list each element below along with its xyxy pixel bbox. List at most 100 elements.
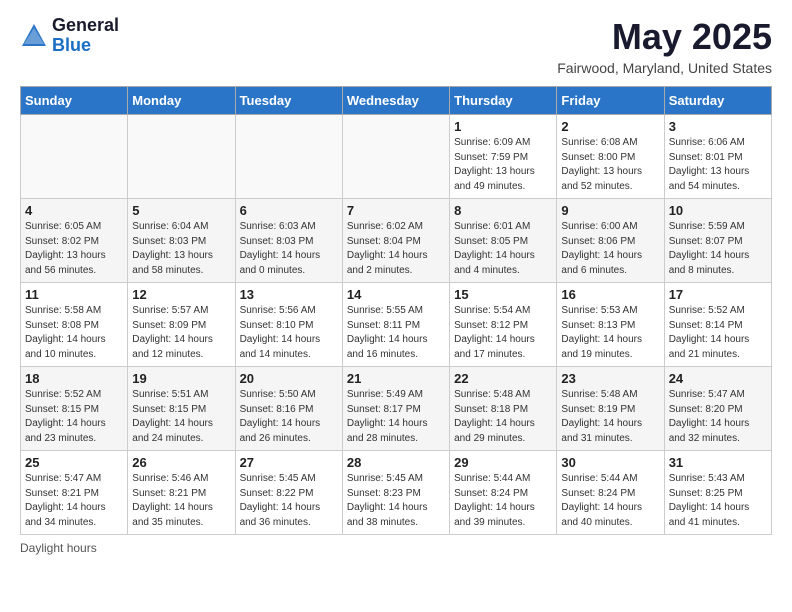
day-number: 31 bbox=[669, 455, 767, 470]
day-info: Sunrise: 6:08 AM Sunset: 8:00 PM Dayligh… bbox=[561, 136, 659, 194]
table-row: 23Sunrise: 5:48 AM Sunset: 8:19 PM Dayli… bbox=[557, 367, 664, 451]
table-row: 19 Sunrise: 5:51 AM Sunset: 8:15 PM Dayli… bbox=[128, 367, 235, 451]
day-number: 26 bbox=[132, 455, 230, 470]
col-saturday: Saturday bbox=[664, 87, 771, 115]
day-info: Sunrise: 6:09 AM Sunset: 7:59 PM Dayligh… bbox=[454, 136, 552, 194]
day-number: 7 bbox=[347, 203, 445, 218]
table-row: 29Sunrise: 5:44 AM Sunset: 8:24 PM Dayli… bbox=[450, 451, 557, 535]
day-info: Sunrise: 6:00 AM Sunset: 8:06 PM Dayligh… bbox=[561, 220, 659, 278]
day-info: Sunrise: 5:58 AM Sunset: 8:08 PM Dayligh… bbox=[25, 304, 123, 362]
table-row: 5 Sunrise: 6:04 AM Sunset: 8:03 PM Daylig… bbox=[128, 199, 235, 283]
table-row: 17 Sunrise: 5:52 AM Sunset: 8:14 PM Dayli… bbox=[664, 283, 771, 367]
table-row: 2 Sunrise: 6:08 AM Sunset: 8:00 PM Daylig… bbox=[557, 115, 664, 199]
calendar-header-row: Sunday Monday Tuesday Wednesday Thursday… bbox=[21, 87, 772, 115]
day-number: 20 bbox=[240, 371, 338, 386]
day-number: 19 bbox=[132, 371, 230, 386]
day-info: Sunrise: 6:02 AM Sunset: 8:04 PM Dayligh… bbox=[347, 220, 445, 278]
day-info: Sunrise: 5:54 AM Sunset: 8:12 PM Dayligh… bbox=[454, 304, 552, 362]
col-monday: Monday bbox=[128, 87, 235, 115]
day-number: 16 bbox=[561, 287, 659, 302]
day-info: Sunrise: 5:59 AM Sunset: 8:07 PM Dayligh… bbox=[669, 220, 767, 278]
day-info: Sunrise: 5:47 AM Sunset: 8:20 PM Dayligh… bbox=[669, 388, 767, 446]
day-number: 5 bbox=[132, 203, 230, 218]
table-row: 12 Sunrise: 5:57 AM Sunset: 8:09 PM Dayli… bbox=[128, 283, 235, 367]
day-info: Sunrise: 6:05 AM Sunset: 8:02 PM Dayligh… bbox=[25, 220, 123, 278]
day-info: Sunrise: 6:04 AM Sunset: 8:03 PM Dayligh… bbox=[132, 220, 230, 278]
day-info: Sunrise: 5:45 AM Sunset: 8:22 PM Dayligh… bbox=[240, 472, 338, 530]
logo-icon bbox=[20, 22, 48, 50]
day-number: 22 bbox=[454, 371, 552, 386]
day-info: Sunrise: 5:48 AM Sunset: 8:18 PM Dayligh… bbox=[454, 388, 552, 446]
day-info: Sunrise: 5:52 AM Sunset: 8:15 PM Dayligh… bbox=[25, 388, 123, 446]
day-info: Sunrise: 5:50 AM Sunset: 8:16 PM Dayligh… bbox=[240, 388, 338, 446]
table-row: 14Sunrise: 5:55 AM Sunset: 8:11 PM Dayli… bbox=[342, 283, 449, 367]
table-row: 27 Sunrise: 5:45 AM Sunset: 8:22 PM Dayli… bbox=[235, 451, 342, 535]
table-row: 22 Sunrise: 5:48 AM Sunset: 8:18 PM Dayli… bbox=[450, 367, 557, 451]
day-info: Sunrise: 5:43 AM Sunset: 8:25 PM Dayligh… bbox=[669, 472, 767, 530]
day-info: Sunrise: 5:57 AM Sunset: 8:09 PM Dayligh… bbox=[132, 304, 230, 362]
col-friday: Friday bbox=[557, 87, 664, 115]
day-info: Sunrise: 5:56 AM Sunset: 8:10 PM Dayligh… bbox=[240, 304, 338, 362]
title-block: May 2025 Fairwood, Maryland, United Stat… bbox=[557, 16, 772, 76]
day-number: 6 bbox=[240, 203, 338, 218]
col-thursday: Thursday bbox=[450, 87, 557, 115]
table-row: 15 Sunrise: 5:54 AM Sunset: 8:12 PM Dayli… bbox=[450, 283, 557, 367]
day-number: 12 bbox=[132, 287, 230, 302]
table-row: 24 Sunrise: 5:47 AM Sunset: 8:20 PM Dayli… bbox=[664, 367, 771, 451]
day-info: Sunrise: 5:55 AM Sunset: 8:11 PM Dayligh… bbox=[347, 304, 445, 362]
table-row: 8 Sunrise: 6:01 AM Sunset: 8:05 PM Daylig… bbox=[450, 199, 557, 283]
page-header: General Blue May 2025 Fairwood, Maryland… bbox=[20, 16, 772, 76]
day-number: 10 bbox=[669, 203, 767, 218]
day-number: 18 bbox=[25, 371, 123, 386]
logo-general: General bbox=[52, 16, 119, 36]
day-number: 1 bbox=[454, 119, 552, 134]
day-info: Sunrise: 6:06 AM Sunset: 8:01 PM Dayligh… bbox=[669, 136, 767, 194]
table-row bbox=[342, 115, 449, 199]
col-tuesday: Tuesday bbox=[235, 87, 342, 115]
table-row bbox=[21, 115, 128, 199]
table-row: 11Sunrise: 5:58 AM Sunset: 8:08 PM Dayli… bbox=[21, 283, 128, 367]
day-number: 8 bbox=[454, 203, 552, 218]
logo: General Blue bbox=[20, 16, 119, 56]
day-number: 28 bbox=[347, 455, 445, 470]
day-number: 29 bbox=[454, 455, 552, 470]
table-row: 10 Sunrise: 5:59 AM Sunset: 8:07 PM Dayli… bbox=[664, 199, 771, 283]
day-number: 2 bbox=[561, 119, 659, 134]
day-number: 23 bbox=[561, 371, 659, 386]
day-number: 3 bbox=[669, 119, 767, 134]
day-number: 21 bbox=[347, 371, 445, 386]
day-number: 17 bbox=[669, 287, 767, 302]
day-info: Sunrise: 5:51 AM Sunset: 8:15 PM Dayligh… bbox=[132, 388, 230, 446]
table-row: 28 Sunrise: 5:45 AM Sunset: 8:23 PM Dayli… bbox=[342, 451, 449, 535]
day-info: Sunrise: 6:01 AM Sunset: 8:05 PM Dayligh… bbox=[454, 220, 552, 278]
calendar: Sunday Monday Tuesday Wednesday Thursday… bbox=[20, 86, 772, 535]
day-number: 4 bbox=[25, 203, 123, 218]
table-row: 3 Sunrise: 6:06 AM Sunset: 8:01 PM Daylig… bbox=[664, 115, 771, 199]
col-wednesday: Wednesday bbox=[342, 87, 449, 115]
month-title: May 2025 bbox=[557, 16, 772, 58]
table-row bbox=[235, 115, 342, 199]
table-row: 18 Sunrise: 5:52 AM Sunset: 8:15 PM Dayli… bbox=[21, 367, 128, 451]
day-number: 24 bbox=[669, 371, 767, 386]
logo-text: General Blue bbox=[52, 16, 119, 56]
table-row: 4 Sunrise: 6:05 AM Sunset: 8:02 PM Daylig… bbox=[21, 199, 128, 283]
location: Fairwood, Maryland, United States bbox=[557, 60, 772, 76]
table-row: 6 Sunrise: 6:03 AM Sunset: 8:03 PM Daylig… bbox=[235, 199, 342, 283]
day-info: Sunrise: 5:52 AM Sunset: 8:14 PM Dayligh… bbox=[669, 304, 767, 362]
day-number: 13 bbox=[240, 287, 338, 302]
day-number: 27 bbox=[240, 455, 338, 470]
day-info: Sunrise: 5:49 AM Sunset: 8:17 PM Dayligh… bbox=[347, 388, 445, 446]
day-number: 15 bbox=[454, 287, 552, 302]
table-row: 30Sunrise: 5:44 AM Sunset: 8:24 PM Dayli… bbox=[557, 451, 664, 535]
table-row: 25Sunrise: 5:47 AM Sunset: 8:21 PM Dayli… bbox=[21, 451, 128, 535]
day-info: Sunrise: 5:45 AM Sunset: 8:23 PM Dayligh… bbox=[347, 472, 445, 530]
day-info: Sunrise: 6:03 AM Sunset: 8:03 PM Dayligh… bbox=[240, 220, 338, 278]
table-row: 13 Sunrise: 5:56 AM Sunset: 8:10 PM Dayli… bbox=[235, 283, 342, 367]
table-row: 31 Sunrise: 5:43 AM Sunset: 8:25 PM Dayli… bbox=[664, 451, 771, 535]
table-row bbox=[128, 115, 235, 199]
day-number: 30 bbox=[561, 455, 659, 470]
logo-blue: Blue bbox=[52, 36, 119, 56]
table-row: 20 Sunrise: 5:50 AM Sunset: 8:16 PM Dayli… bbox=[235, 367, 342, 451]
col-sunday: Sunday bbox=[21, 87, 128, 115]
day-info: Sunrise: 5:46 AM Sunset: 8:21 PM Dayligh… bbox=[132, 472, 230, 530]
